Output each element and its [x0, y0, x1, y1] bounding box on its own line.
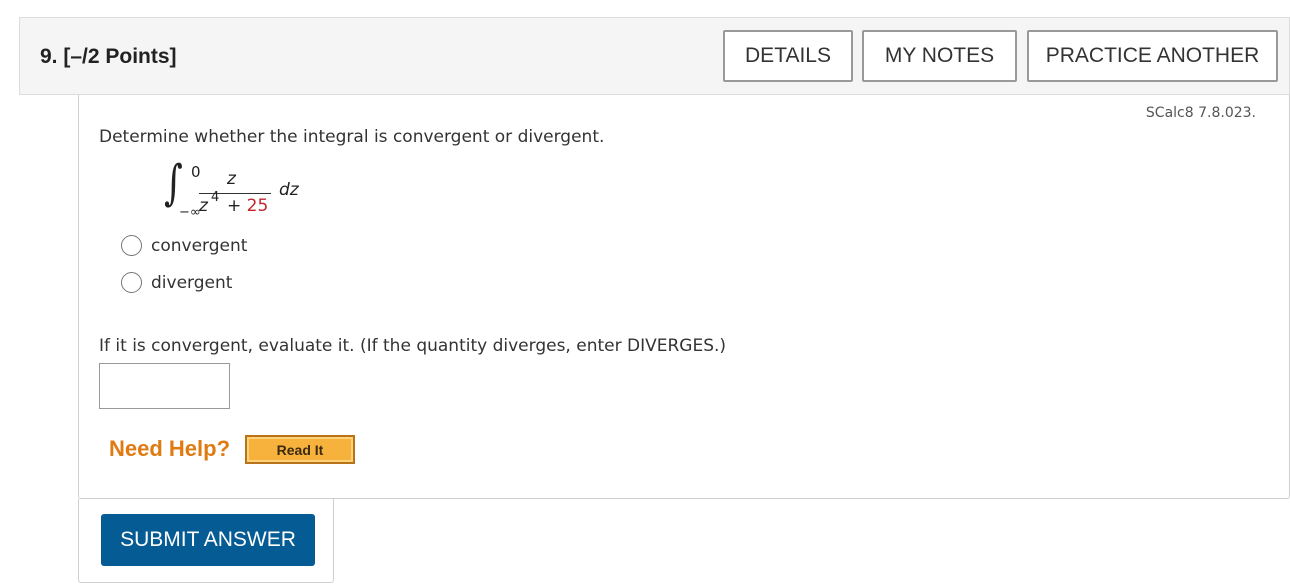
denominator-variable: z [199, 196, 208, 216]
denominator-rest: + 25 [227, 196, 268, 216]
radio-divergent[interactable] [121, 272, 142, 293]
read-it-button[interactable]: Read It [245, 435, 355, 464]
option-label: convergent [151, 235, 248, 256]
option-convergent[interactable]: convergent [121, 235, 247, 256]
differential: dz [279, 180, 299, 200]
radio-convergent[interactable] [121, 235, 142, 256]
integral-expression: ∫ 0 −∞ z z 4 + 25 dz [161, 159, 401, 223]
plus-sign: + [227, 196, 242, 216]
numerator: z [227, 169, 236, 189]
submit-container: SUBMIT ANSWER [78, 499, 334, 583]
my-notes-button[interactable]: MY NOTES [862, 30, 1017, 82]
question-number-label: 9. [–/2 Points] [40, 45, 177, 68]
lower-limit: −∞ [179, 205, 201, 220]
evaluation-prompt: If it is convergent, evaluate it. (If th… [99, 336, 727, 356]
upper-limit: 0 [191, 163, 201, 181]
submit-answer-button[interactable]: SUBMIT ANSWER [101, 514, 315, 566]
denominator-exponent: 4 [211, 190, 220, 205]
option-divergent[interactable]: divergent [121, 272, 232, 293]
question-header: 9. [–/2 Points] DETAILS MY NOTES PRACTIC… [19, 17, 1290, 95]
problem-source: SCalc8 7.8.023. [1145, 105, 1256, 121]
fraction-bar [199, 193, 271, 194]
question-prompt: Determine whether the integral is conver… [99, 127, 605, 147]
denominator-constant: 25 [246, 196, 269, 216]
option-label: divergent [151, 272, 233, 293]
details-button[interactable]: DETAILS [723, 30, 853, 82]
practice-another-button[interactable]: PRACTICE ANOTHER [1027, 30, 1278, 82]
answer-input[interactable] [99, 363, 230, 409]
question-body: SCalc8 7.8.023. Determine whether the in… [78, 95, 1290, 499]
integral-sign: ∫ [164, 155, 183, 211]
need-help-label: Need Help? [109, 436, 231, 461]
